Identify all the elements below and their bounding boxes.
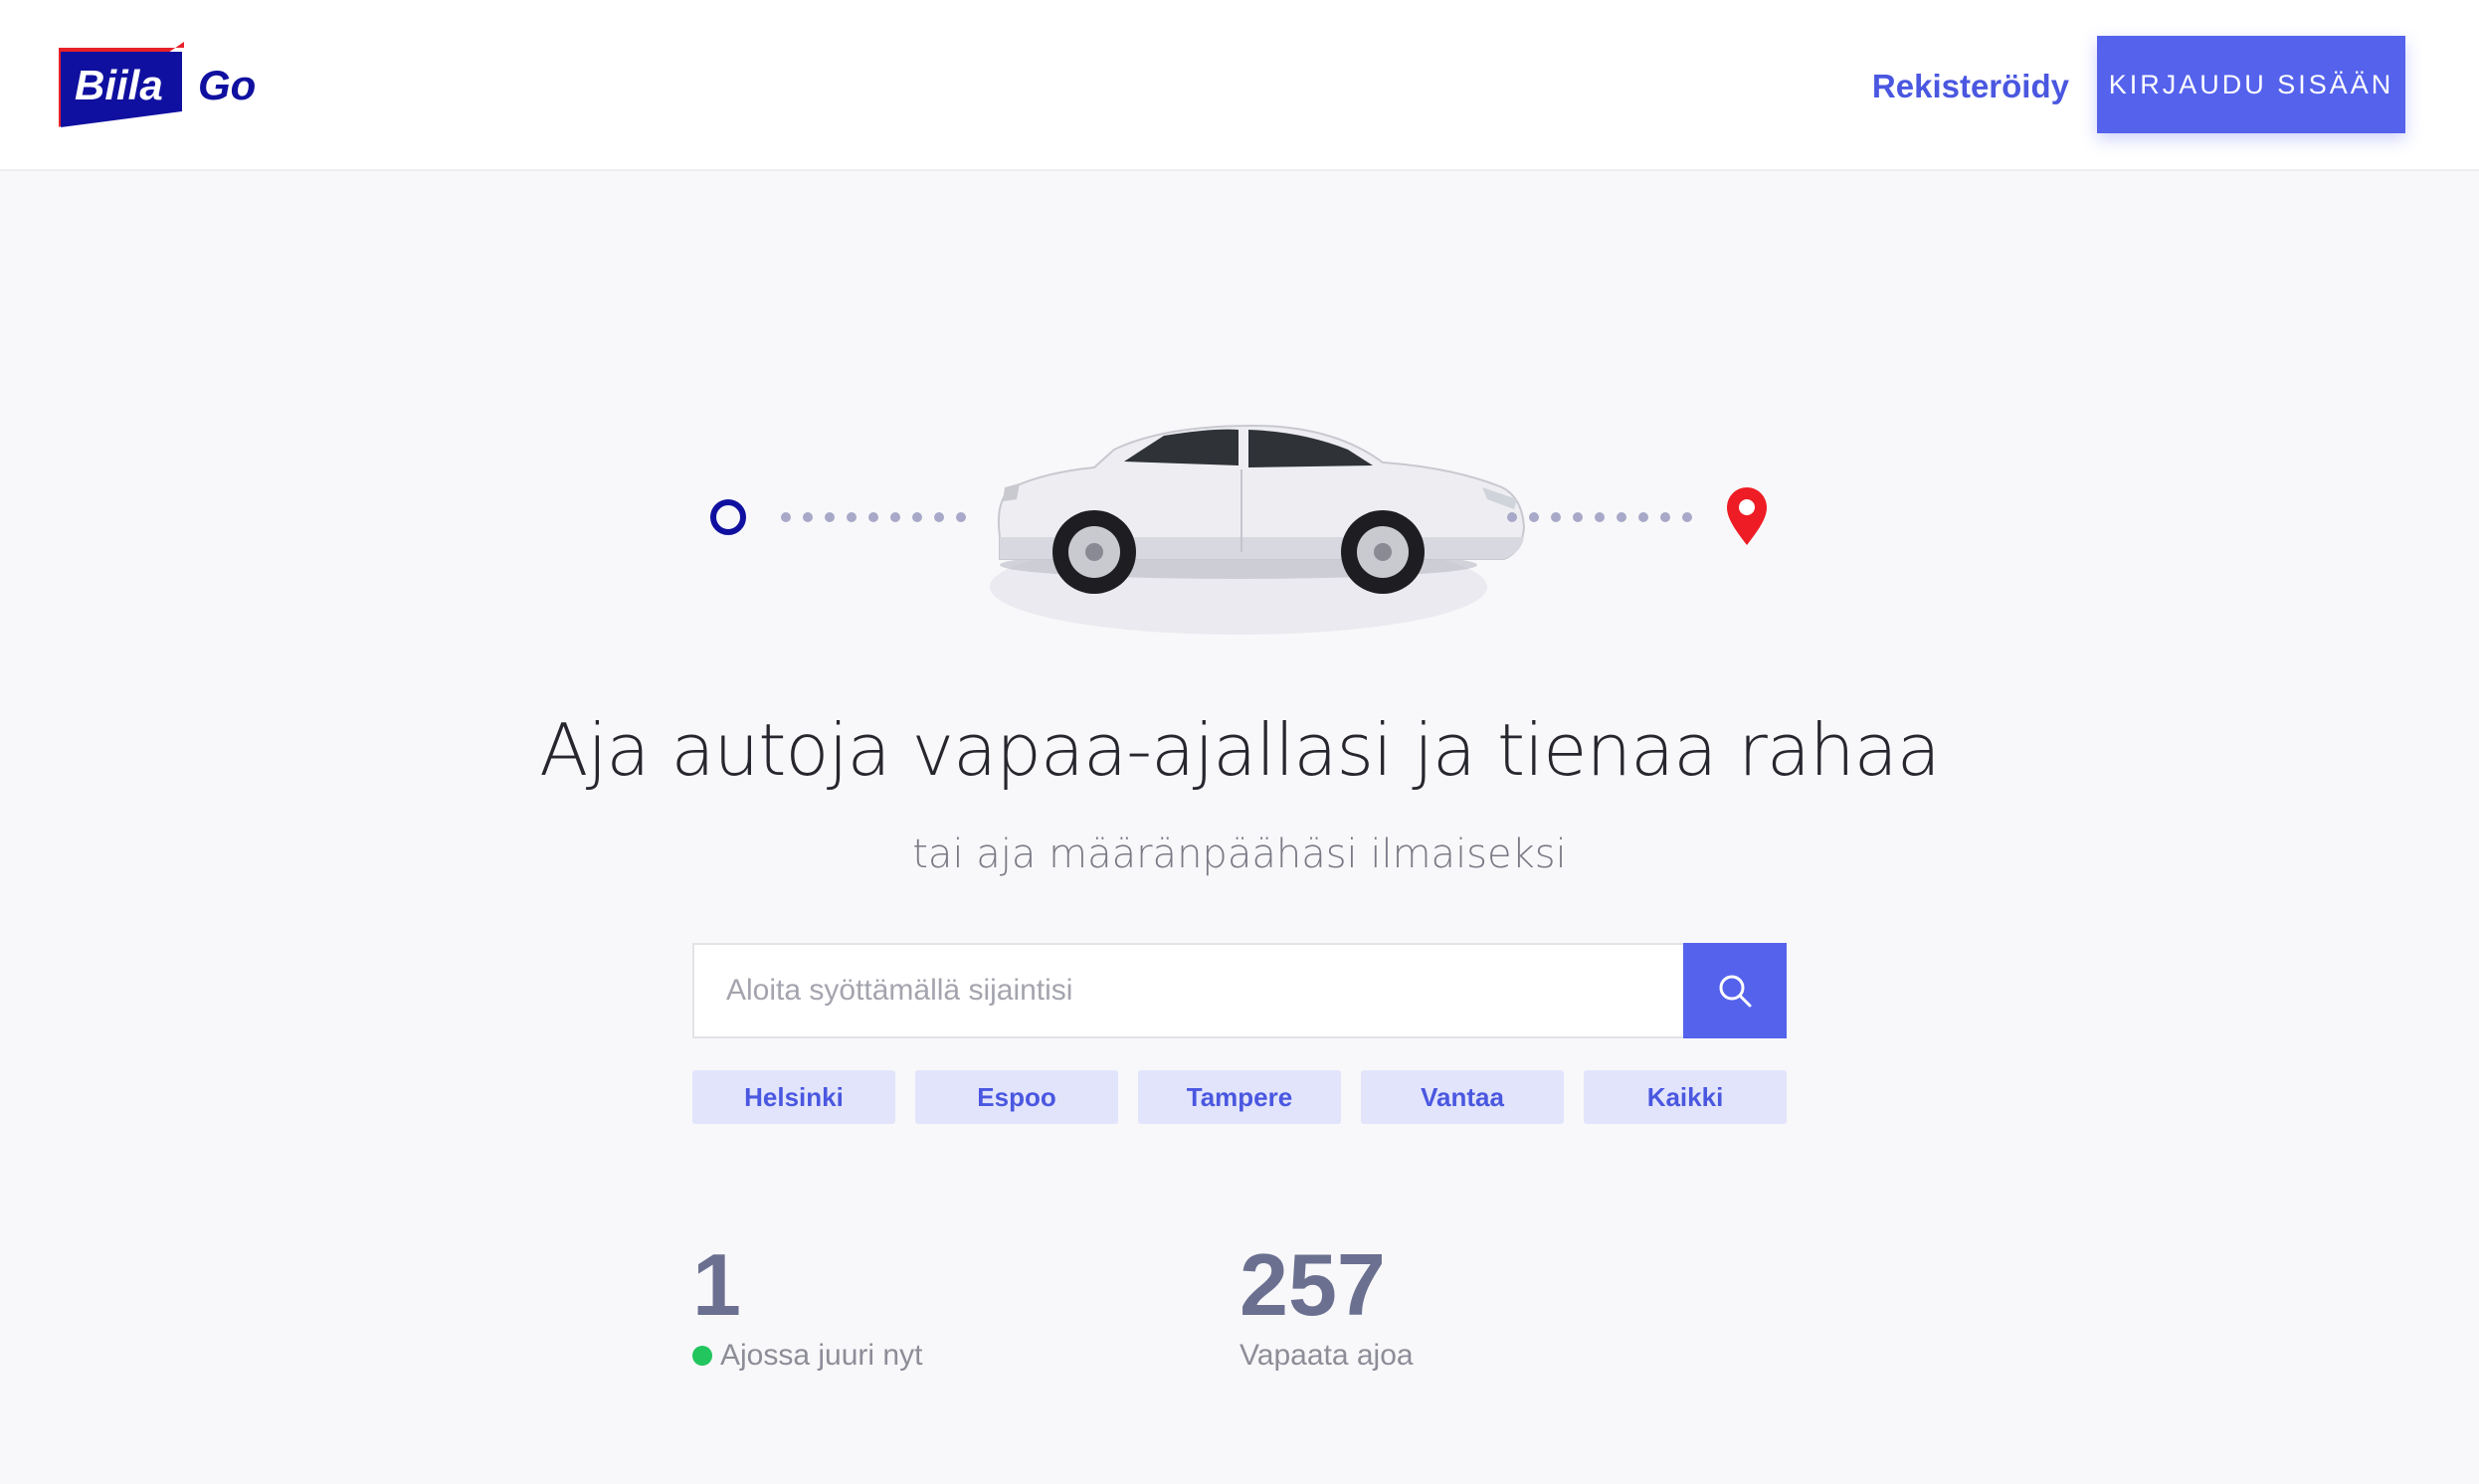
route-illustration bbox=[696, 388, 1791, 716]
location-pin-icon bbox=[1727, 487, 1767, 545]
city-chip-all[interactable]: Kaikki bbox=[1584, 1070, 1787, 1124]
search-button[interactable] bbox=[1683, 943, 1787, 1038]
logo-suffix-text: Go bbox=[198, 62, 256, 108]
car-icon bbox=[990, 424, 1526, 635]
city-chip-vantaa[interactable]: Vantaa bbox=[1361, 1070, 1564, 1124]
free-rides-count: 257 bbox=[1240, 1235, 1386, 1334]
register-link[interactable]: Rekisteröidy bbox=[1872, 62, 2069, 111]
driving-now-count: 1 bbox=[692, 1235, 741, 1334]
city-chip-espoo[interactable]: Espoo bbox=[915, 1070, 1118, 1124]
biila-go-logo[interactable]: Biila Go bbox=[57, 38, 266, 133]
city-chip-helsinki[interactable]: Helsinki bbox=[692, 1070, 895, 1124]
driving-now-label-row: Ajossa juuri nyt bbox=[692, 1339, 922, 1373]
location-search-input[interactable] bbox=[692, 943, 1685, 1038]
hero-title: Aja autoja vapaa-ajallasi ja tienaa raha… bbox=[539, 708, 1941, 792]
landing-page: Biila Go Rekisteröidy KIRJAUDU SISÄÄN Aj… bbox=[0, 0, 2479, 1484]
live-status-dot bbox=[692, 1346, 712, 1366]
origin-circle-icon bbox=[710, 499, 746, 535]
hero-subtitle: tai aja määränpäähäsi ilmaiseksi bbox=[912, 832, 1567, 877]
route-dots-left bbox=[781, 512, 966, 522]
logo-box-text: Biila bbox=[75, 62, 163, 108]
login-button[interactable]: KIRJAUDU SISÄÄN bbox=[2097, 36, 2405, 133]
route-dots-right bbox=[1507, 512, 1692, 522]
driving-now-label: Ajossa juuri nyt bbox=[720, 1339, 923, 1372]
city-chip-tampere[interactable]: Tampere bbox=[1138, 1070, 1341, 1124]
top-navbar: Biila Go Rekisteröidy KIRJAUDU SISÄÄN bbox=[0, 0, 2479, 171]
city-quick-filters: Helsinki Espoo Tampere Vantaa Kaikki bbox=[692, 1070, 1787, 1124]
search-icon bbox=[1719, 975, 1752, 1008]
free-rides-label: Vapaata ajoa bbox=[1240, 1339, 1414, 1372]
